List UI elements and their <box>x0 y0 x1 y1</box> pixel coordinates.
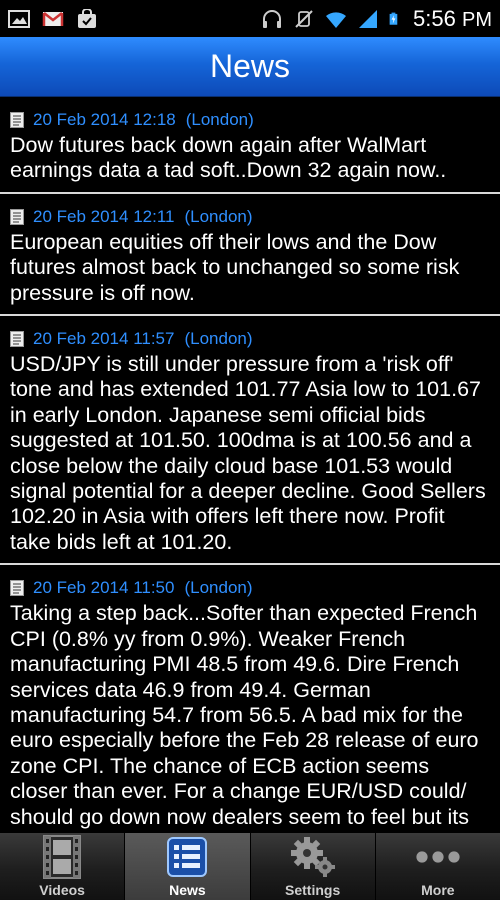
system-icons: 5:56 PM <box>261 6 492 32</box>
mute-icon <box>295 9 313 28</box>
news-text: USD/JPY is still under pressure from a '… <box>10 352 486 554</box>
news-item[interactable]: 20 Feb 2014 11:57 (London) USD/JPY is st… <box>0 316 500 566</box>
news-date: 20 Feb 2014 12:11 <box>33 206 175 226</box>
tab-label: News <box>169 882 206 898</box>
news-meta: 20 Feb 2014 12:11 (London) <box>10 204 490 230</box>
news-list[interactable]: 20 Feb 2014 12:18 (London) Dow futures b… <box>0 97 500 833</box>
film-icon <box>38 834 86 880</box>
clock: 5:56 PM <box>413 6 492 32</box>
news-location: (London) <box>184 206 253 226</box>
status-bar: 5:56 PM <box>0 0 500 37</box>
gears-icon <box>289 834 337 880</box>
news-location: (London) <box>185 110 254 129</box>
news-location: (London) <box>184 578 253 598</box>
clock-time: 5:56 <box>413 5 456 31</box>
news-date: 20 Feb 2014 11:50 <box>33 578 175 598</box>
document-icon <box>10 208 24 225</box>
notification-icons <box>8 8 98 29</box>
news-list-icon <box>163 834 211 880</box>
news-text: Taking a step back...Softer than expecte… <box>10 601 479 829</box>
signal-icon <box>359 9 378 28</box>
news-date: 20 Feb 2014 11:57 <box>33 329 175 349</box>
gmail-icon <box>42 11 64 26</box>
battery-charging-icon <box>389 12 398 25</box>
tab-label: Settings <box>285 882 341 898</box>
tab-label: More <box>421 882 455 898</box>
news-meta: 20 Feb 2014 11:57 (London) <box>10 326 490 352</box>
gallery-icon <box>8 9 30 28</box>
news-meta: 20 Feb 2014 11:50 (London) <box>10 575 490 601</box>
tab-bar: Videos News Settings More <box>0 833 500 900</box>
tab-videos[interactable]: Videos <box>0 833 126 900</box>
tab-more[interactable]: More <box>376 833 500 900</box>
tab-news[interactable]: News <box>125 833 251 900</box>
shopping-bag-icon <box>78 8 96 28</box>
page-title: News <box>209 48 290 84</box>
more-dots-icon <box>414 834 462 880</box>
tab-settings[interactable]: Settings <box>251 833 376 900</box>
news-item[interactable]: 20 Feb 2014 12:11 (London) European equi… <box>0 194 500 317</box>
tab-label: Videos <box>39 882 85 898</box>
document-icon <box>10 112 24 128</box>
clock-ampm: PM <box>462 8 492 31</box>
news-meta: 20 Feb 2014 12:18 (London) <box>10 107 490 133</box>
news-item[interactable]: 20 Feb 2014 11:50 (London) Taking a step… <box>0 565 500 833</box>
document-icon <box>10 331 24 348</box>
news-item[interactable]: 20 Feb 2014 12:18 (London) Dow futures b… <box>0 97 500 194</box>
news-date: 20 Feb 2014 12:18 <box>33 110 176 129</box>
document-icon <box>10 580 24 597</box>
news-location: (London) <box>184 329 253 349</box>
wifi-icon <box>326 11 347 28</box>
headset-icon <box>263 9 282 28</box>
news-text: European equities off their lows and the… <box>10 229 460 305</box>
title-bar: News <box>0 37 500 97</box>
news-text: Dow futures back down again after WalMar… <box>10 133 447 183</box>
